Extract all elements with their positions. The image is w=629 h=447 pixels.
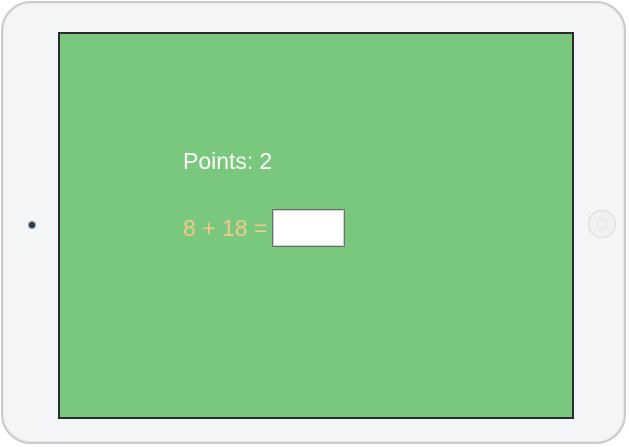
- points-value: 2: [259, 148, 273, 174]
- game-screen: Points: 2 8 + 18 =: [58, 32, 574, 419]
- tablet-frame: Points: 2 8 + 18 =: [1, 1, 626, 444]
- answer-input[interactable]: [272, 209, 346, 247]
- home-button-icon[interactable]: [588, 210, 616, 238]
- home-button-glyph: [597, 219, 607, 229]
- points-label: Points:: [183, 148, 254, 174]
- points-display: Points: 2: [183, 147, 272, 175]
- equation-text: 8 + 18 =: [183, 215, 268, 241]
- camera-dot-icon: [29, 222, 35, 228]
- math-question: 8 + 18 =: [183, 208, 346, 248]
